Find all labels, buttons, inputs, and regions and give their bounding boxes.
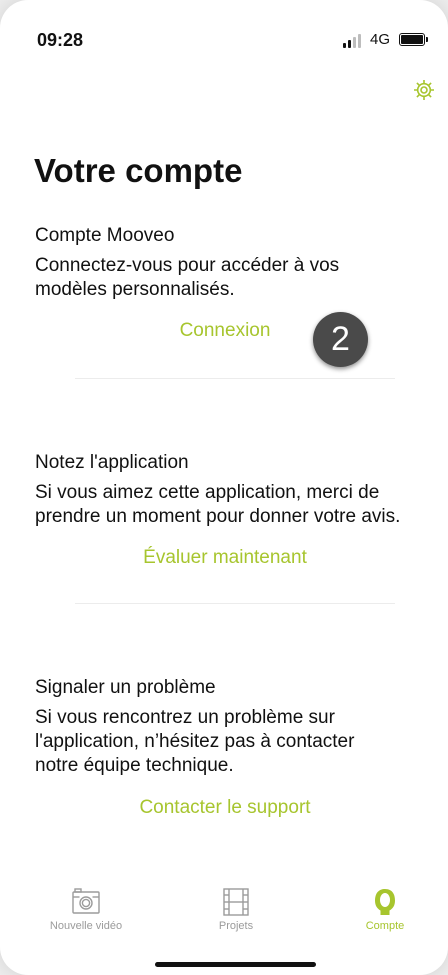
tab-account[interactable]: Compte xyxy=(315,888,448,932)
rate-now-link[interactable]: Évaluer maintenant xyxy=(35,547,415,569)
tab-label: Compte xyxy=(365,920,405,932)
camera-icon xyxy=(72,888,100,914)
section-description: Si vous aimez cette application, merci d… xyxy=(35,482,401,527)
step-badge: 2 xyxy=(313,312,368,367)
phone-screen: 09:28 4G Votre compte Compte Mooveo Conn… xyxy=(0,0,448,975)
tab-label: Projets xyxy=(218,920,254,932)
network-type: 4G xyxy=(370,31,391,48)
section-title: Compte Mooveo xyxy=(35,225,175,246)
divider xyxy=(75,378,395,379)
gear-icon[interactable] xyxy=(412,78,436,102)
section-title: Signaler un problème xyxy=(35,677,216,698)
divider xyxy=(75,603,395,604)
film-icon xyxy=(223,888,249,916)
status-time: 09:28 xyxy=(37,30,84,50)
signal-strength-icon xyxy=(343,32,367,48)
tab-new-video[interactable]: Nouvelle vidéo xyxy=(16,888,156,932)
contact-support-link[interactable]: Contacter le support xyxy=(35,797,415,819)
home-indicator xyxy=(155,962,316,967)
section-mooveo-account: Compte Mooveo Connectez-vous pour accéde… xyxy=(35,224,435,341)
page-title: Votre compte xyxy=(34,152,243,189)
account-icon xyxy=(375,889,395,915)
section-rate-app: Notez l'application Si vous aimez cette … xyxy=(35,451,435,568)
status-bar: 09:28 4G xyxy=(0,0,448,80)
tab-projects[interactable]: Projets xyxy=(166,888,306,932)
tab-label: Nouvelle vidéo xyxy=(49,920,123,932)
section-description: Connectez-vous pour accéder à vos modèle… xyxy=(35,255,340,300)
section-report-problem: Signaler un problème Si vous rencontrez … xyxy=(35,676,435,818)
section-title: Notez l'application xyxy=(35,452,189,473)
section-description: Si vous rencontrez un problème sur l'app… xyxy=(35,707,355,776)
battery-icon xyxy=(399,33,428,46)
